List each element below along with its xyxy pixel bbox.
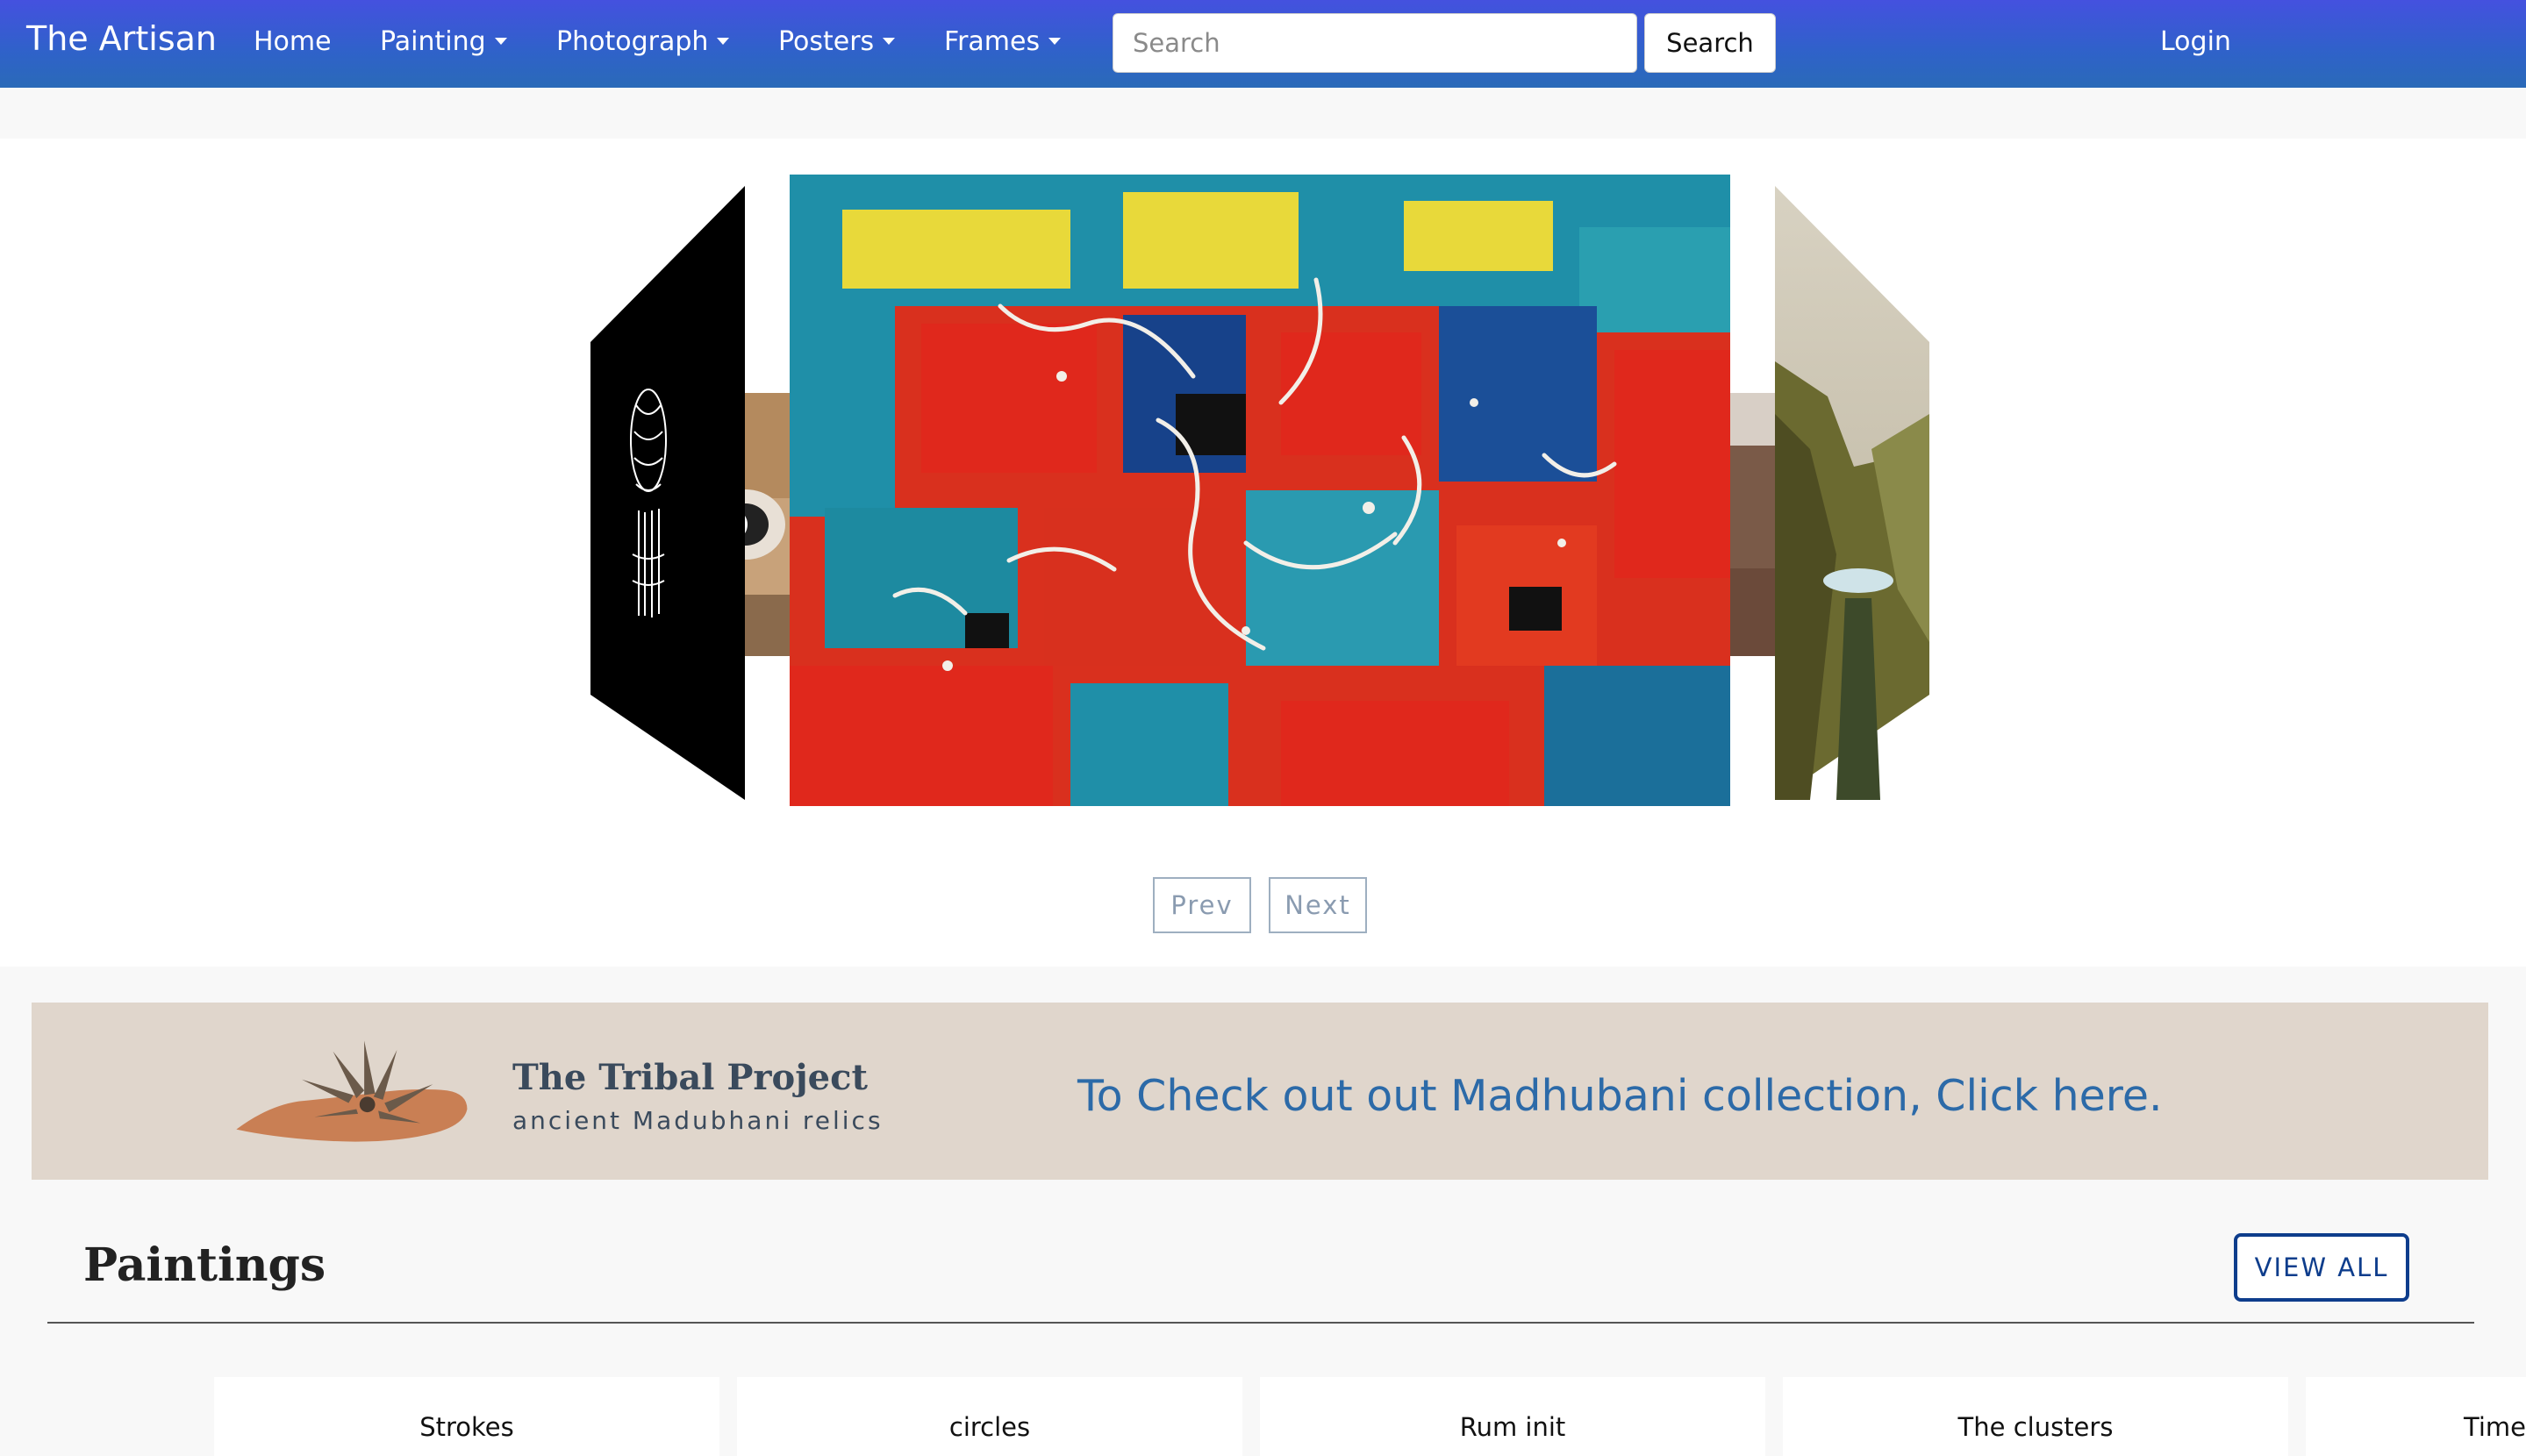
painting-card[interactable]: circles	[737, 1377, 1242, 1456]
view-all-button[interactable]: VIEW ALL	[2234, 1233, 2409, 1302]
carousel-prev-button[interactable]: Prev	[1153, 877, 1251, 933]
nav-home-label: Home	[254, 26, 332, 57]
search-button[interactable]: Search	[1644, 13, 1776, 73]
brand-logo[interactable]: The Artisan	[26, 19, 217, 58]
banner-subtitle: ancient Madubhani relics	[512, 1106, 884, 1135]
nav-painting-dropdown[interactable]: Painting	[380, 26, 507, 57]
carousel-next-button[interactable]: Next	[1269, 877, 1367, 933]
caret-down-icon	[1048, 37, 1062, 45]
nav-painting-label: Painting	[380, 26, 486, 57]
nav-home[interactable]: Home	[254, 26, 332, 57]
carousel-slide-active[interactable]	[790, 175, 1730, 806]
carousel-slide-left[interactable]	[590, 186, 745, 800]
nav-photograph-label: Photograph	[556, 26, 709, 57]
painting-card[interactable]: Strokes	[214, 1377, 719, 1456]
nav-posters-dropdown[interactable]: Posters	[778, 26, 896, 57]
caret-down-icon	[883, 37, 896, 45]
caret-down-icon	[717, 37, 730, 45]
nav-posters-label: Posters	[778, 26, 875, 57]
image-carousel: Prev Next	[0, 139, 2526, 967]
nav-photograph-dropdown[interactable]: Photograph	[556, 26, 730, 57]
nav-frames-label: Frames	[944, 26, 1041, 57]
painting-card[interactable]: The clusters	[1783, 1377, 2288, 1456]
search-input[interactable]	[1113, 13, 1637, 73]
tribal-hand-flower-logo	[232, 1031, 547, 1153]
painting-card[interactable]: Rum init	[1260, 1377, 1765, 1456]
banner-title: The Tribal Project	[512, 1057, 868, 1098]
painting-card[interactable]: Time	[2306, 1377, 2526, 1456]
carousel-slide-right[interactable]	[1775, 186, 1929, 800]
madhubani-promo-banner[interactable]: The Tribal Project ancient Madubhani rel…	[32, 1003, 2488, 1180]
carousel-slide-back-right[interactable]	[1730, 393, 1778, 656]
section-divider	[47, 1322, 2474, 1324]
madhubani-collection-link[interactable]: To Check out out Madhubani collection, C…	[1077, 1071, 2163, 1121]
login-link[interactable]: Login	[2160, 26, 2231, 57]
caret-down-icon	[494, 37, 507, 45]
section-title-paintings: Paintings	[83, 1238, 326, 1292]
top-navbar: The Artisan Home Painting Photograph Pos…	[0, 0, 2526, 88]
nav-frames-dropdown[interactable]: Frames	[944, 26, 1062, 57]
